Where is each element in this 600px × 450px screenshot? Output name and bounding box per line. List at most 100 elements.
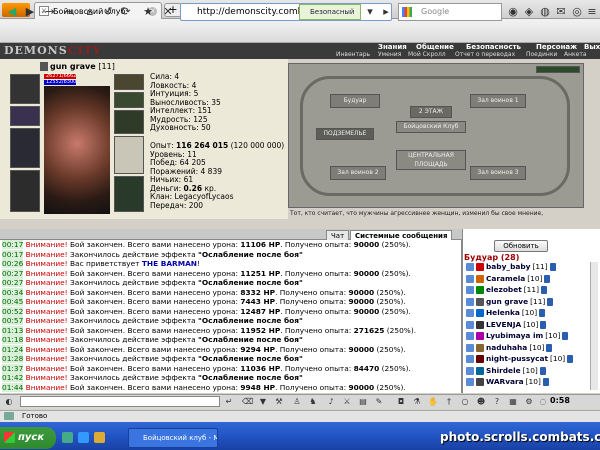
menu-knowledge[interactable]: Знания bbox=[378, 43, 407, 51]
info-icon[interactable] bbox=[540, 286, 547, 295]
site-identity-badge[interactable]: Безопасный bbox=[299, 4, 361, 20]
arrow-right-icon[interactable]: → bbox=[42, 4, 58, 20]
tab-chat[interactable]: Чат bbox=[326, 230, 350, 240]
user-list-item[interactable]: elezobet [11] bbox=[466, 285, 547, 296]
quicklaunch-icon-3[interactable] bbox=[94, 432, 105, 443]
info-icon[interactable] bbox=[562, 332, 569, 341]
earrings-slot[interactable] bbox=[114, 74, 144, 90]
quicklaunch-icon-1[interactable] bbox=[62, 432, 73, 443]
extension-icon[interactable]: ◎ bbox=[569, 4, 585, 20]
info-icon[interactable] bbox=[539, 366, 546, 375]
room-warriors-hall-1[interactable]: Зал воинов 1 bbox=[470, 94, 526, 108]
user-list-item[interactable]: night-pussycat [10] bbox=[466, 354, 574, 365]
chat-time[interactable]: 01:44 bbox=[2, 382, 24, 392]
user-name[interactable]: night-pussycat bbox=[486, 354, 548, 365]
forward-icon[interactable]: ▶ bbox=[22, 4, 38, 20]
taskbar-window-item[interactable]: Бойцовский клуб - M... bbox=[128, 428, 218, 448]
chat-mode-icon[interactable]: ◐ bbox=[4, 397, 14, 407]
room-boudoir[interactable]: Будуар bbox=[330, 94, 380, 108]
menu-transfer-report[interactable]: Отчет о переводах bbox=[455, 51, 515, 59]
chat-time[interactable]: 01:24 bbox=[2, 344, 24, 354]
user-list-item[interactable]: LEVENJA [10] bbox=[466, 320, 547, 331]
fight-icon[interactable]: ⚔ bbox=[342, 397, 352, 407]
dropdown-arrow-icon[interactable]: ▾ bbox=[362, 4, 378, 20]
users-icon[interactable]: ☻ bbox=[476, 397, 486, 407]
filter-icon[interactable]: ▼ bbox=[258, 397, 268, 407]
fast-forward-icon[interactable]: ⇥ bbox=[60, 4, 76, 20]
menu-character[interactable]: Персонаж bbox=[536, 43, 577, 51]
room-dungeon[interactable]: ПОДЗЕМЕЛЬЕ bbox=[316, 128, 374, 140]
shield-slot[interactable] bbox=[114, 136, 144, 174]
mail-icon[interactable]: ✉ bbox=[553, 4, 569, 20]
rss-icon[interactable]: ◉ bbox=[505, 4, 521, 20]
info-icon[interactable] bbox=[544, 274, 551, 283]
private-message-icon[interactable] bbox=[466, 355, 474, 364]
sword-icon[interactable]: † bbox=[444, 397, 454, 407]
user-name[interactable]: baby_baby bbox=[486, 262, 530, 273]
mute-icon[interactable]: ◌ bbox=[538, 397, 548, 407]
info-icon[interactable] bbox=[540, 320, 547, 329]
user-list-item[interactable]: WARvara [10] bbox=[466, 377, 549, 388]
room-fight-club[interactable]: Бойцовский Клуб bbox=[396, 121, 466, 133]
private-message-icon[interactable] bbox=[466, 343, 474, 352]
home-icon[interactable]: ⌂ bbox=[82, 4, 98, 20]
user-name[interactable]: Helenka bbox=[486, 308, 520, 319]
user-name[interactable]: WARvara bbox=[486, 377, 524, 388]
chat-time[interactable]: 01:28 bbox=[2, 354, 24, 363]
chat-time[interactable]: 01:18 bbox=[2, 335, 24, 344]
user-name[interactable]: naduhaha bbox=[486, 343, 527, 354]
chat-time[interactable]: 00:17 bbox=[2, 249, 24, 259]
addon-icon[interactable]: ◈ bbox=[521, 4, 537, 20]
info-icon[interactable] bbox=[546, 343, 553, 352]
info-icon[interactable] bbox=[542, 378, 549, 387]
private-message-icon[interactable] bbox=[466, 320, 474, 329]
users-scrollbar[interactable] bbox=[590, 262, 598, 390]
user-list-item[interactable]: gun grave [11] bbox=[466, 297, 554, 308]
private-message-icon[interactable] bbox=[466, 263, 474, 272]
reload-icon[interactable]: ⟳ bbox=[118, 4, 134, 20]
private-message-icon[interactable] bbox=[466, 309, 474, 318]
user-list-item[interactable]: Lyubimaya im [10] bbox=[466, 331, 569, 342]
room-warriors-hall-3[interactable]: Зал воинов 3 bbox=[470, 166, 526, 180]
hand-icon[interactable]: ✋ bbox=[428, 397, 438, 407]
chat-time[interactable]: 00:34 bbox=[2, 287, 24, 297]
private-message-icon[interactable] bbox=[466, 274, 474, 283]
anvil-icon[interactable]: ⚒ bbox=[274, 397, 284, 407]
quicklaunch-icon-2[interactable] bbox=[78, 432, 89, 443]
chat-time[interactable]: 01:13 bbox=[2, 325, 24, 335]
user-list-item[interactable]: Caramela [10] bbox=[466, 274, 551, 285]
private-message-icon[interactable] bbox=[466, 286, 474, 295]
room-floor-2[interactable]: 2 ЭТАЖ bbox=[410, 106, 452, 118]
help-icon[interactable]: ? bbox=[492, 397, 502, 407]
menu-inventory[interactable]: Инвентарь bbox=[336, 51, 370, 59]
menu-skills[interactable]: Умения bbox=[378, 51, 401, 59]
chat-time[interactable]: 00:45 bbox=[2, 297, 24, 306]
menu-security[interactable]: Безопасность bbox=[466, 43, 521, 51]
chat-time[interactable]: 00:27 bbox=[2, 268, 24, 278]
room-central-square[interactable]: ЦЕНТРАЛЬНАЯ ПЛОЩАДЬ bbox=[396, 150, 466, 170]
user-name[interactable]: LEVENJA bbox=[486, 320, 521, 331]
search-input[interactable]: Google bbox=[398, 3, 502, 21]
weapon-slot[interactable] bbox=[10, 128, 40, 168]
walk-icon[interactable]: ♞ bbox=[308, 397, 318, 407]
person-icon[interactable]: ♙ bbox=[292, 397, 302, 407]
tab-system-messages[interactable]: Системные сообщения bbox=[350, 230, 453, 240]
armor-slot[interactable] bbox=[10, 170, 40, 212]
menu-exit[interactable]: Выход bbox=[584, 43, 600, 51]
scroll-icon[interactable]: ▤ bbox=[358, 397, 368, 407]
chat-time[interactable]: 00:26 bbox=[2, 259, 24, 268]
gloves-slot[interactable] bbox=[114, 110, 144, 134]
private-message-icon[interactable] bbox=[466, 332, 474, 341]
eraser-icon[interactable]: ⌫ bbox=[242, 397, 253, 407]
refresh-button[interactable]: Обновить bbox=[494, 240, 548, 252]
history-icon[interactable]: ↺ bbox=[100, 4, 116, 20]
bookmark-star-icon[interactable]: ★ bbox=[140, 4, 156, 20]
info-icon[interactable] bbox=[567, 355, 574, 364]
bag-icon[interactable]: ◘ bbox=[396, 397, 406, 407]
send-arrow-icon[interactable]: ↵ bbox=[224, 397, 234, 407]
tools-icon[interactable]: ✕ bbox=[160, 4, 176, 20]
settings-icon[interactable]: ⚙ bbox=[524, 397, 534, 407]
character-name[interactable]: gun grave [11] bbox=[50, 62, 115, 71]
info-icon[interactable] bbox=[549, 263, 556, 272]
user-name[interactable]: gun grave bbox=[486, 297, 528, 308]
